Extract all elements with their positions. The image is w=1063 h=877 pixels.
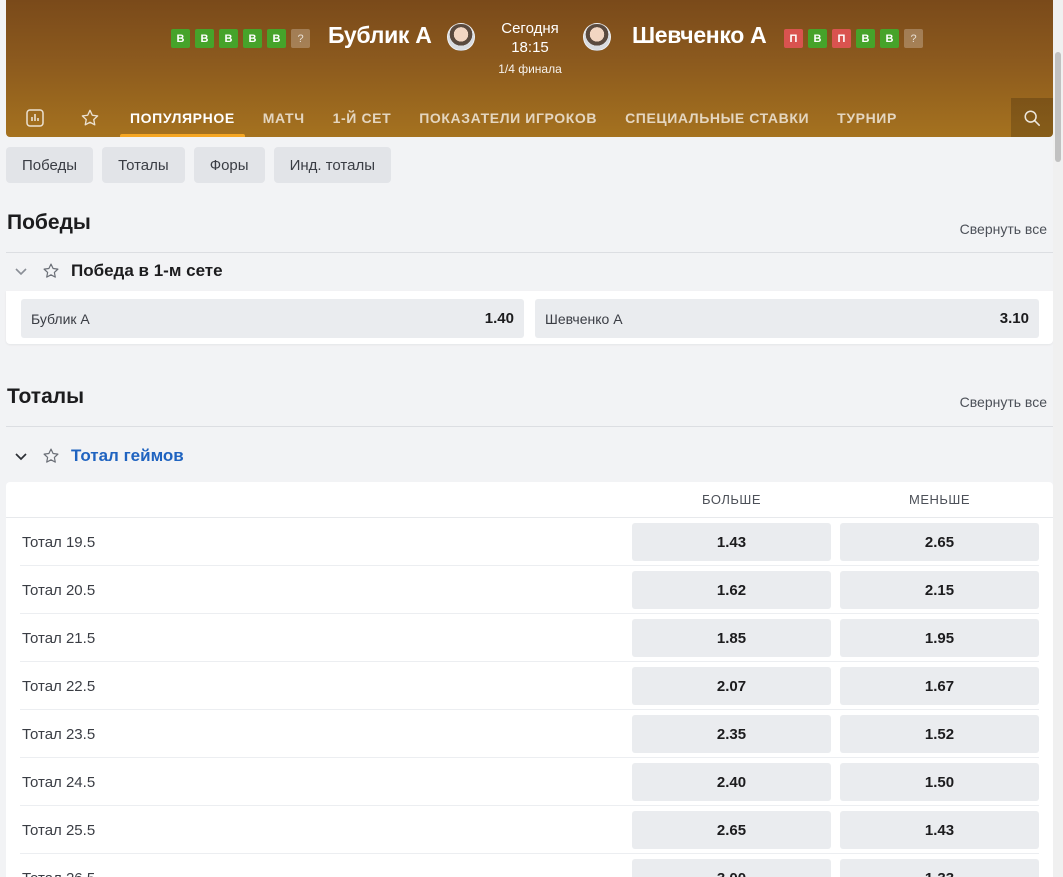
form-result-chip: ?: [291, 29, 310, 48]
section-title-wins: Победы: [7, 211, 91, 234]
section-title-totals: Тоталы: [7, 385, 85, 408]
first-set-winner-outcomes: Бублик А 1.40 Шевченко А 3.10: [6, 291, 1053, 344]
table-row: Тотал 22.5 2.07 1.67: [6, 662, 1053, 710]
market-header-first-set-winner[interactable]: Победа в 1-м сете: [6, 252, 1053, 290]
form-result-chip: В: [856, 29, 875, 48]
odd-over-button[interactable]: 3.00: [632, 859, 831, 877]
form-result-chip: В: [267, 29, 286, 48]
column-header-under: МЕНЬШЕ: [908, 492, 970, 507]
total-line-label: Тотал 26.5: [22, 870, 95, 877]
table-row: Тотал 19.5 1.43 2.65: [6, 518, 1053, 566]
table-row: Тотал 23.5 2.35 1.52: [6, 710, 1053, 758]
stats-icon: [26, 108, 44, 127]
collapse-all-wins[interactable]: Свернуть все: [960, 221, 1047, 237]
odd-under-button[interactable]: 1.43: [840, 811, 1039, 849]
tournament-stage: 1/4 финала: [498, 62, 562, 76]
away-player-avatar: [583, 23, 611, 51]
odd-under-button[interactable]: 1.67: [840, 667, 1039, 705]
filter-chip[interactable]: Инд. тоталы: [273, 147, 392, 183]
home-team-name[interactable]: Бублик А: [328, 22, 432, 49]
home-form: В В В В В?: [171, 29, 310, 48]
market-tabs: ПОПУЛЯРНОЕ МАТЧ 1-Й СЕТ ПОКАЗАТЕЛИ ИГРОКОВ С…: [6, 98, 1053, 137]
table-row: Тотал 26.5 3.00 1.33: [6, 854, 1053, 877]
filter-chip[interactable]: Тоталы: [102, 147, 185, 183]
total-line-label: Тотал 23.5: [22, 726, 96, 743]
home-player-avatar: [447, 23, 475, 51]
star-icon[interactable]: [40, 447, 62, 465]
tab-item[interactable]: ТУРНИР: [823, 98, 911, 137]
table-row: Тотал 25.5 2.65 1.43: [6, 806, 1053, 854]
outcome-away[interactable]: Шевченко А 3.10: [535, 299, 1039, 338]
form-result-chip: В: [880, 29, 899, 48]
form-result-chip: В: [219, 29, 238, 48]
collapse-all-totals[interactable]: Свернуть все: [960, 394, 1047, 410]
outcome-odd: 1.40: [484, 310, 514, 327]
odd-under-button[interactable]: 1.95: [840, 619, 1039, 657]
odd-under-button[interactable]: 1.33: [840, 859, 1039, 877]
tab-item[interactable]: ПОКАЗАТЕЛИ ИГРОКОВ: [405, 98, 611, 137]
search-icon: [1024, 109, 1040, 126]
favorites-tab[interactable]: [64, 98, 116, 137]
chevron-down-icon[interactable]: [10, 264, 32, 278]
table-row: Тотал 24.5 2.40 1.50: [6, 758, 1053, 806]
match-day: Сегодня: [501, 20, 559, 37]
table-row: Тотал 20.5 1.62 2.15: [6, 566, 1053, 614]
match-header: В В В В В? Бублик А Сегодня 18:15 1/4 финала…: [6, 0, 1053, 137]
form-result-chip: В: [195, 29, 214, 48]
total-line-label: Тотал 19.5: [22, 534, 96, 551]
stats-tab[interactable]: [6, 98, 64, 137]
total-line-label: Тотал 22.5: [22, 678, 96, 695]
odd-over-button[interactable]: 2.40: [632, 763, 831, 801]
form-result-chip: ?: [904, 29, 923, 48]
market-filters: Победы Тоталы Форы Инд. тоталы: [6, 147, 392, 183]
total-line-label: Тотал 24.5: [22, 774, 96, 791]
tab-item[interactable]: МАТЧ: [249, 98, 319, 137]
outcome-name: Шевченко А: [545, 310, 623, 327]
odd-under-button[interactable]: 2.65: [840, 523, 1039, 561]
form-result-chip: В: [243, 29, 262, 48]
away-form: П В П В В?: [784, 29, 923, 48]
odd-over-button[interactable]: 2.65: [632, 811, 831, 849]
outcome-name: Бублик А: [31, 310, 90, 327]
odd-over-button[interactable]: 2.35: [632, 715, 831, 753]
odd-over-button[interactable]: 1.85: [632, 619, 831, 657]
tab-item[interactable]: ПОПУЛЯРНОЕ: [120, 98, 245, 137]
outcome-home[interactable]: Бублик А 1.40: [21, 299, 524, 338]
total-line-label: Тотал 25.5: [22, 822, 96, 839]
away-team-name[interactable]: Шевченко А: [632, 22, 767, 49]
odd-over-button[interactable]: 1.62: [632, 571, 831, 609]
match-time: Сегодня 18:15 1/4 финала: [480, 20, 580, 81]
star-icon: [81, 109, 99, 125]
total-games-table: БОЛЬШЕ МЕНЬШЕ Тотал 19.5 1.43 2.65 Тотал 20…: [6, 482, 1053, 877]
market-title: Победа в 1-м сете: [71, 261, 223, 280]
odd-under-button[interactable]: 1.52: [840, 715, 1039, 753]
total-line-label: Тотал 20.5: [22, 582, 96, 599]
match-clock: 18:15: [511, 39, 549, 56]
form-result-chip: П: [832, 29, 851, 48]
odd-over-button[interactable]: 1.43: [632, 523, 831, 561]
tab-item[interactable]: 1-Й СЕТ: [319, 98, 406, 137]
page-scrollbar[interactable]: [1053, 0, 1063, 877]
tab-item[interactable]: СПЕЦИАЛЬНЫЕ СТАВКИ: [611, 98, 823, 137]
column-header-over: БОЛЬШЕ: [702, 492, 761, 507]
star-icon[interactable]: [40, 262, 62, 280]
section-divider: [6, 426, 1053, 427]
scoreboard: В В В В В? Бублик А Сегодня 18:15 1/4 финала…: [6, 0, 1053, 98]
table-row: Тотал 21.5 1.85 1.95: [6, 614, 1053, 662]
form-result-chip: В: [808, 29, 827, 48]
chevron-down-icon[interactable]: [10, 449, 32, 463]
filter-chip[interactable]: Форы: [193, 147, 265, 183]
form-result-chip: П: [784, 29, 803, 48]
market-title[interactable]: Тотал геймов: [71, 446, 184, 466]
outcome-odd: 3.10: [999, 310, 1029, 327]
scrollbar-thumb[interactable]: [1055, 52, 1061, 162]
odd-under-button[interactable]: 2.15: [840, 571, 1039, 609]
filter-chip[interactable]: Победы: [6, 147, 94, 183]
search-button[interactable]: [1011, 98, 1053, 137]
odd-over-button[interactable]: 2.07: [632, 667, 831, 705]
market-header-total-games[interactable]: Тотал геймов: [6, 437, 1053, 475]
form-result-chip: В: [171, 29, 190, 48]
odd-under-button[interactable]: 1.50: [840, 763, 1039, 801]
total-line-label: Тотал 21.5: [22, 630, 96, 647]
